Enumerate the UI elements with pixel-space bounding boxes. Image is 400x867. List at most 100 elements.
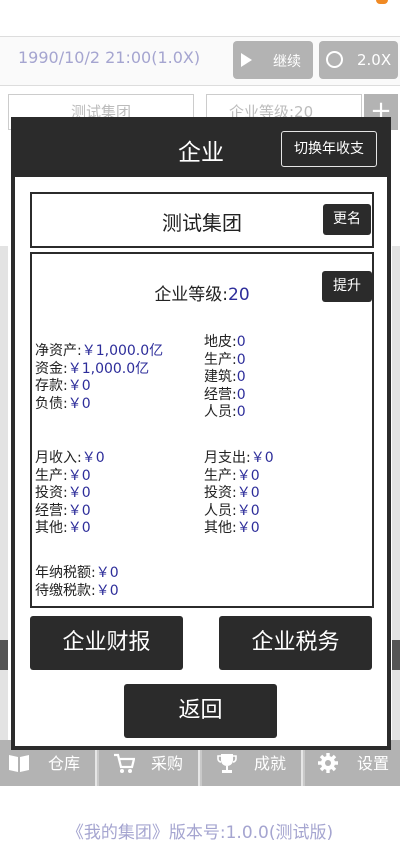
item-value: ￥0 [67,395,91,412]
speed-button[interactable]: 2.0X [319,41,398,79]
bg-side-block-right [392,640,400,670]
item-label: 存款: [35,378,68,395]
toggle-yearly-button[interactable]: 切换年收支 [281,131,377,167]
speed-label: 2.0X [357,51,392,69]
item-label: 生产: [35,467,68,484]
list-item: 生产:￥0 [204,468,274,486]
upgrade-button[interactable]: 提升 [322,271,372,302]
item-label: 生产: [204,351,237,368]
tax-affairs-button[interactable]: 企业税务 [219,616,372,670]
item-value: 0 [236,369,246,386]
item-value: ￥0 [95,582,119,599]
list-item: 生产:0 [204,352,246,370]
item-value: 0 [236,351,246,368]
company-dialog: 企业 切换年收支 测试集团 更名 企业等级:20 提升 净资产:￥1,000.0… [11,117,391,750]
list-item: 生产:￥0 [35,468,105,486]
item-label: 月支出: [204,450,251,466]
gear-icon [318,753,338,773]
item-label: 净资产: [35,343,82,359]
holdings-list: 地皮:0 生产:0 建筑:0 经营:0 人员:0 [204,334,246,422]
list-item: 经营:￥0 [35,503,105,521]
item-label: 其他: [204,520,237,537]
item-value: ￥0 [236,485,260,502]
level-value: 20 [228,285,250,305]
item-value: ￥0 [81,450,105,466]
item-value: ￥0 [67,467,91,484]
item-label: 负债: [35,395,68,412]
item-label: 年纳税额: [35,565,96,581]
back-button[interactable]: 返回 [124,684,277,738]
list-item: 投资:￥0 [35,485,105,503]
item-label: 人员: [204,404,237,421]
version-footer: 《我的集团》版本号:1.0.0(测试版) [66,823,334,843]
notification-dot [376,0,388,4]
item-value: ￥0 [67,485,91,502]
rename-button[interactable]: 更名 [323,204,371,235]
item-label: 人员: [204,502,237,519]
item-value: ￥0 [250,450,274,466]
item-value: ￥1,000.0亿 [81,343,164,359]
list-item: 月收入:￥0 [35,450,105,468]
assets-list: 净资产:￥1,000.0亿 资金:￥1,000.0亿 存款:￥0 负债:￥0 [35,343,163,413]
list-item: 资金:￥1,000.0亿 [35,361,163,379]
cart-icon [114,753,135,773]
list-item: 经营:0 [204,387,246,405]
item-label: 月收入: [35,450,82,466]
item-label: 经营: [35,502,68,519]
list-item: 其他:￥0 [35,520,105,538]
list-item: 建筑:0 [204,369,246,387]
item-value: 0 [236,334,246,350]
item-value: ￥0 [236,520,260,537]
item-label: 投资: [35,485,68,502]
monthly-expense-list: 月支出:￥0 生产:￥0 投资:￥0 人员:￥0 其他:￥0 [204,450,274,538]
item-label: 生产: [204,467,237,484]
item-value: ￥0 [67,520,91,537]
bg-side-panel-right [392,246,400,746]
nav-label-purchase: 采购 [151,754,184,773]
list-item: 待缴税款:￥0 [35,583,119,601]
bg-side-block-left [0,640,8,670]
list-item: 年纳税额:￥0 [35,565,119,583]
item-value: 0 [236,404,246,421]
item-label: 地皮: [204,334,237,350]
item-label: 待缴税款: [35,582,96,599]
list-item: 人员:0 [204,404,246,422]
game-datetime: 1990/10/2 21:00(1.0X) [18,48,201,67]
list-item: 负债:￥0 [35,396,163,414]
nav-label-warehouse: 仓库 [48,754,81,773]
company-info-box: 企业等级:20 提升 净资产:￥1,000.0亿 资金:￥1,000.0亿 存款… [30,252,374,608]
item-value: ￥0 [95,565,119,581]
list-item: 地皮:0 [204,334,246,352]
book-icon [9,755,29,772]
stopwatch-icon [326,51,343,68]
level-label: 企业等级: [154,285,229,305]
taxes-list: 年纳税额:￥0 待缴税款:￥0 [35,565,119,600]
item-value: ￥0 [67,502,91,519]
item-label: 经营: [204,386,237,403]
play-icon [241,53,252,67]
bg-side-panel-left [0,246,8,746]
item-value: ￥0 [236,467,260,484]
continue-label: 继续 [273,54,301,70]
item-label: 资金: [35,360,68,377]
item-value: ￥0 [67,378,91,395]
dialog-header: 企业 切换年收支 [15,121,387,177]
monthly-income-list: 月收入:￥0 生产:￥0 投资:￥0 经营:￥0 其他:￥0 [35,450,105,538]
company-level: 企业等级:20 [32,280,372,305]
item-label: 投资: [204,485,237,502]
list-item: 存款:￥0 [35,378,163,396]
list-item: 月支出:￥0 [204,450,274,468]
item-value: ￥1,000.0亿 [67,360,150,377]
list-item: 投资:￥0 [204,485,274,503]
list-item: 人员:￥0 [204,503,274,521]
nav-label-settings: 设置 [357,754,390,773]
financial-report-button[interactable]: 企业财报 [30,616,183,670]
company-name: 测试集团 [162,211,242,235]
list-item: 净资产:￥1,000.0亿 [35,343,163,361]
trophy-icon [217,754,237,773]
item-label: 其他: [35,520,68,537]
item-value: 0 [236,386,246,403]
list-item: 其他:￥0 [204,520,274,538]
item-value: ￥0 [236,502,260,519]
continue-button[interactable]: 继续 [233,41,313,79]
